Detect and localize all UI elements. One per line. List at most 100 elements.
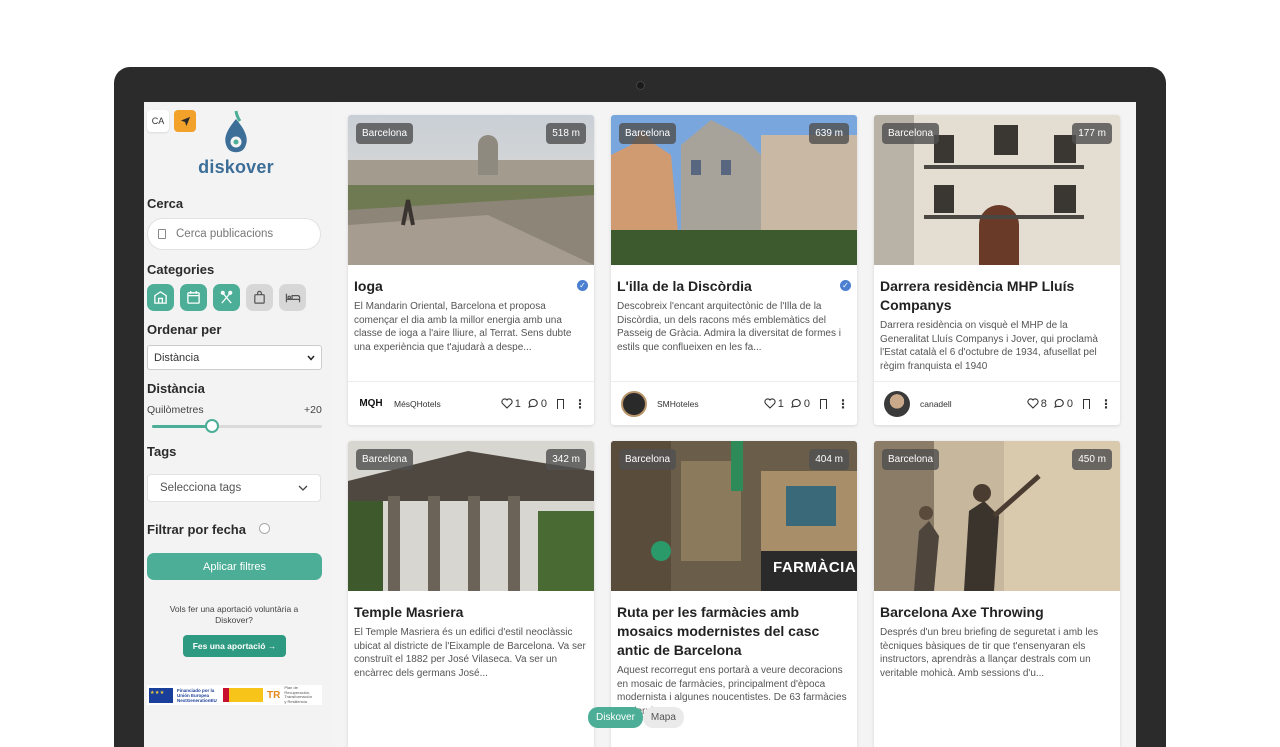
camera-icon xyxy=(636,81,645,90)
tags-title: Tags xyxy=(147,444,177,459)
like-button[interactable]: 1 xyxy=(501,398,521,410)
km-max-label: +20 xyxy=(304,404,322,416)
post-title-row[interactable]: Ioga ✓ xyxy=(348,265,594,296)
comment-button[interactable]: 0 xyxy=(1053,398,1073,410)
post-image[interactable]: Barcelona 518 m xyxy=(348,115,594,265)
post-card[interactable]: Barcelona 342 m Temple Masriera El Templ… xyxy=(348,441,594,747)
more-options-icon[interactable]: ⋮ xyxy=(837,398,849,410)
author-name[interactable]: SMHoteles xyxy=(657,399,758,409)
apply-filters-button[interactable]: Aplicar filtres xyxy=(147,553,322,580)
donate-button[interactable]: Fes una aportació → xyxy=(183,635,286,657)
post-image[interactable]: Barcelona 177 m xyxy=(874,115,1120,265)
order-title: Ordenar per xyxy=(147,322,222,337)
distance-title: Distància xyxy=(147,381,205,396)
post-description: El Mandarin Oriental, Barcelona et propo… xyxy=(354,301,572,353)
post-title[interactable]: L'illa de la Discòrdia xyxy=(617,277,752,296)
post-description: Darrera residència on visquè el MHP de l… xyxy=(880,320,1098,372)
app-screen: CA diskover Cerca Cerca publicacions Cat… xyxy=(144,102,1136,747)
language-button[interactable]: CA xyxy=(147,110,169,132)
avatar[interactable] xyxy=(884,390,910,417)
bookmark-icon[interactable] xyxy=(1083,398,1090,409)
diskover-logo: diskover xyxy=(196,109,276,177)
like-count: 8 xyxy=(1040,397,1047,410)
logo-text: diskover xyxy=(198,157,274,177)
author-name[interactable]: canadell xyxy=(920,399,1021,409)
search-input[interactable]: Cerca publicacions xyxy=(147,218,321,250)
city-badge: Barcelona xyxy=(356,449,414,470)
more-options-icon[interactable]: ⋮ xyxy=(574,398,586,410)
post-footer: canadell 8 0 ⋮ xyxy=(874,381,1120,425)
order-select[interactable]: Distància xyxy=(147,345,322,370)
tab-map[interactable]: Mapa xyxy=(642,707,684,728)
avatar[interactable] xyxy=(621,390,647,417)
city-badge: Barcelona xyxy=(882,449,940,470)
eu-flag-icon xyxy=(149,687,173,703)
spain-government-logo xyxy=(223,688,263,702)
post-image[interactable]: Barcelona 404 m FARMÀCIA xyxy=(611,441,857,591)
post-title[interactable]: Ioga xyxy=(354,277,383,296)
post-footer: SMHoteles 1 0 ⋮ xyxy=(611,381,857,425)
post-description: Descobreix l'encant arquitectònic de l'I… xyxy=(617,301,841,353)
chevron-down-icon xyxy=(298,485,308,491)
bookmark-icon[interactable] xyxy=(820,398,827,409)
more-options-icon[interactable]: ⋮ xyxy=(1100,398,1112,410)
location-button[interactable] xyxy=(174,110,196,132)
like-count: 1 xyxy=(777,397,784,410)
post-card[interactable]: Barcelona 518 m Ioga ✓ El Mandarin Orien… xyxy=(348,115,594,425)
shopping-bag-icon xyxy=(254,290,265,304)
post-card[interactable]: Barcelona 404 m FARMÀCIA Ruta per les fa… xyxy=(611,441,857,747)
post-title[interactable]: Ruta per les farmàcies amb mosaics moder… xyxy=(617,603,851,660)
post-title[interactable]: Darrera residència MHP Lluís Companys xyxy=(880,277,1114,315)
post-image[interactable]: Barcelona 450 m xyxy=(874,441,1120,591)
category-shopping[interactable] xyxy=(246,284,273,311)
comment-button[interactable]: 0 xyxy=(790,398,810,410)
post-description: El Temple Masriera és un edifici d'estil… xyxy=(354,627,586,679)
tags-select[interactable]: Selecciona tags xyxy=(147,474,321,502)
utensils-icon xyxy=(220,290,233,304)
order-value: Distància xyxy=(154,351,200,364)
comment-icon xyxy=(1053,398,1064,408)
category-calendar[interactable] xyxy=(180,284,207,311)
slider-thumb[interactable] xyxy=(204,419,219,433)
posts-grid: Barcelona 518 m Ioga ✓ El Mandarin Orien… xyxy=(332,102,1136,747)
post-title-row[interactable]: Barcelona Axe Throwing xyxy=(874,591,1120,622)
city-badge: Barcelona xyxy=(619,449,677,470)
post-title-row[interactable]: Ruta per les farmàcies amb mosaics moder… xyxy=(611,591,857,660)
date-filter-checkbox[interactable] xyxy=(259,523,270,534)
category-building[interactable] xyxy=(147,284,174,311)
sidebar: CA diskover Cerca Cerca publicacions Cat… xyxy=(144,102,332,747)
post-title[interactable]: Barcelona Axe Throwing xyxy=(880,603,1044,622)
distance-badge: 450 m xyxy=(1072,449,1112,470)
like-button[interactable]: 8 xyxy=(1027,398,1047,410)
tags-placeholder: Selecciona tags xyxy=(160,482,242,494)
calendar-icon xyxy=(187,290,200,304)
post-title-row[interactable]: Darrera residència MHP Lluís Companys xyxy=(874,265,1120,315)
eu-funding-text: Financiado por la Unión Europea NextGene… xyxy=(177,687,217,703)
building-icon xyxy=(154,291,167,304)
city-badge: Barcelona xyxy=(619,123,677,144)
post-card[interactable]: Barcelona 639 m L'illa de la Discòrdia ✓… xyxy=(611,115,857,425)
post-card[interactable]: Barcelona 177 m Darrera residència MHP L… xyxy=(874,115,1120,425)
post-card[interactable]: Barcelona 450 m Barcelona Axe Throwing D… xyxy=(874,441,1120,747)
post-title-row[interactable]: L'illa de la Discòrdia ✓ xyxy=(611,265,857,296)
tab-diskover[interactable]: Diskover xyxy=(588,707,643,728)
post-image[interactable]: Barcelona 342 m xyxy=(348,441,594,591)
like-button[interactable]: 1 xyxy=(764,398,784,410)
distance-slider[interactable] xyxy=(152,419,322,433)
comment-button[interactable]: 0 xyxy=(527,398,547,410)
view-tabs: Diskover Mapa xyxy=(588,707,684,728)
post-footer: MQH MésQHotels 1 0 ⋮ xyxy=(348,381,594,425)
bookmark-icon[interactable] xyxy=(557,398,564,409)
category-filters xyxy=(147,284,306,311)
bed-icon xyxy=(285,293,300,303)
post-title-row[interactable]: Temple Masriera xyxy=(348,591,594,622)
category-accommodation[interactable] xyxy=(279,284,306,311)
post-title[interactable]: Temple Masriera xyxy=(354,603,463,622)
comment-count: 0 xyxy=(540,397,547,410)
categories-title: Categories xyxy=(147,262,215,277)
avatar[interactable]: MQH xyxy=(358,390,384,417)
author-name[interactable]: MésQHotels xyxy=(394,399,495,409)
category-food[interactable] xyxy=(213,284,240,311)
pharmacy-sign-text: FARMÀCIA xyxy=(773,559,857,576)
post-image[interactable]: Barcelona 639 m xyxy=(611,115,857,265)
